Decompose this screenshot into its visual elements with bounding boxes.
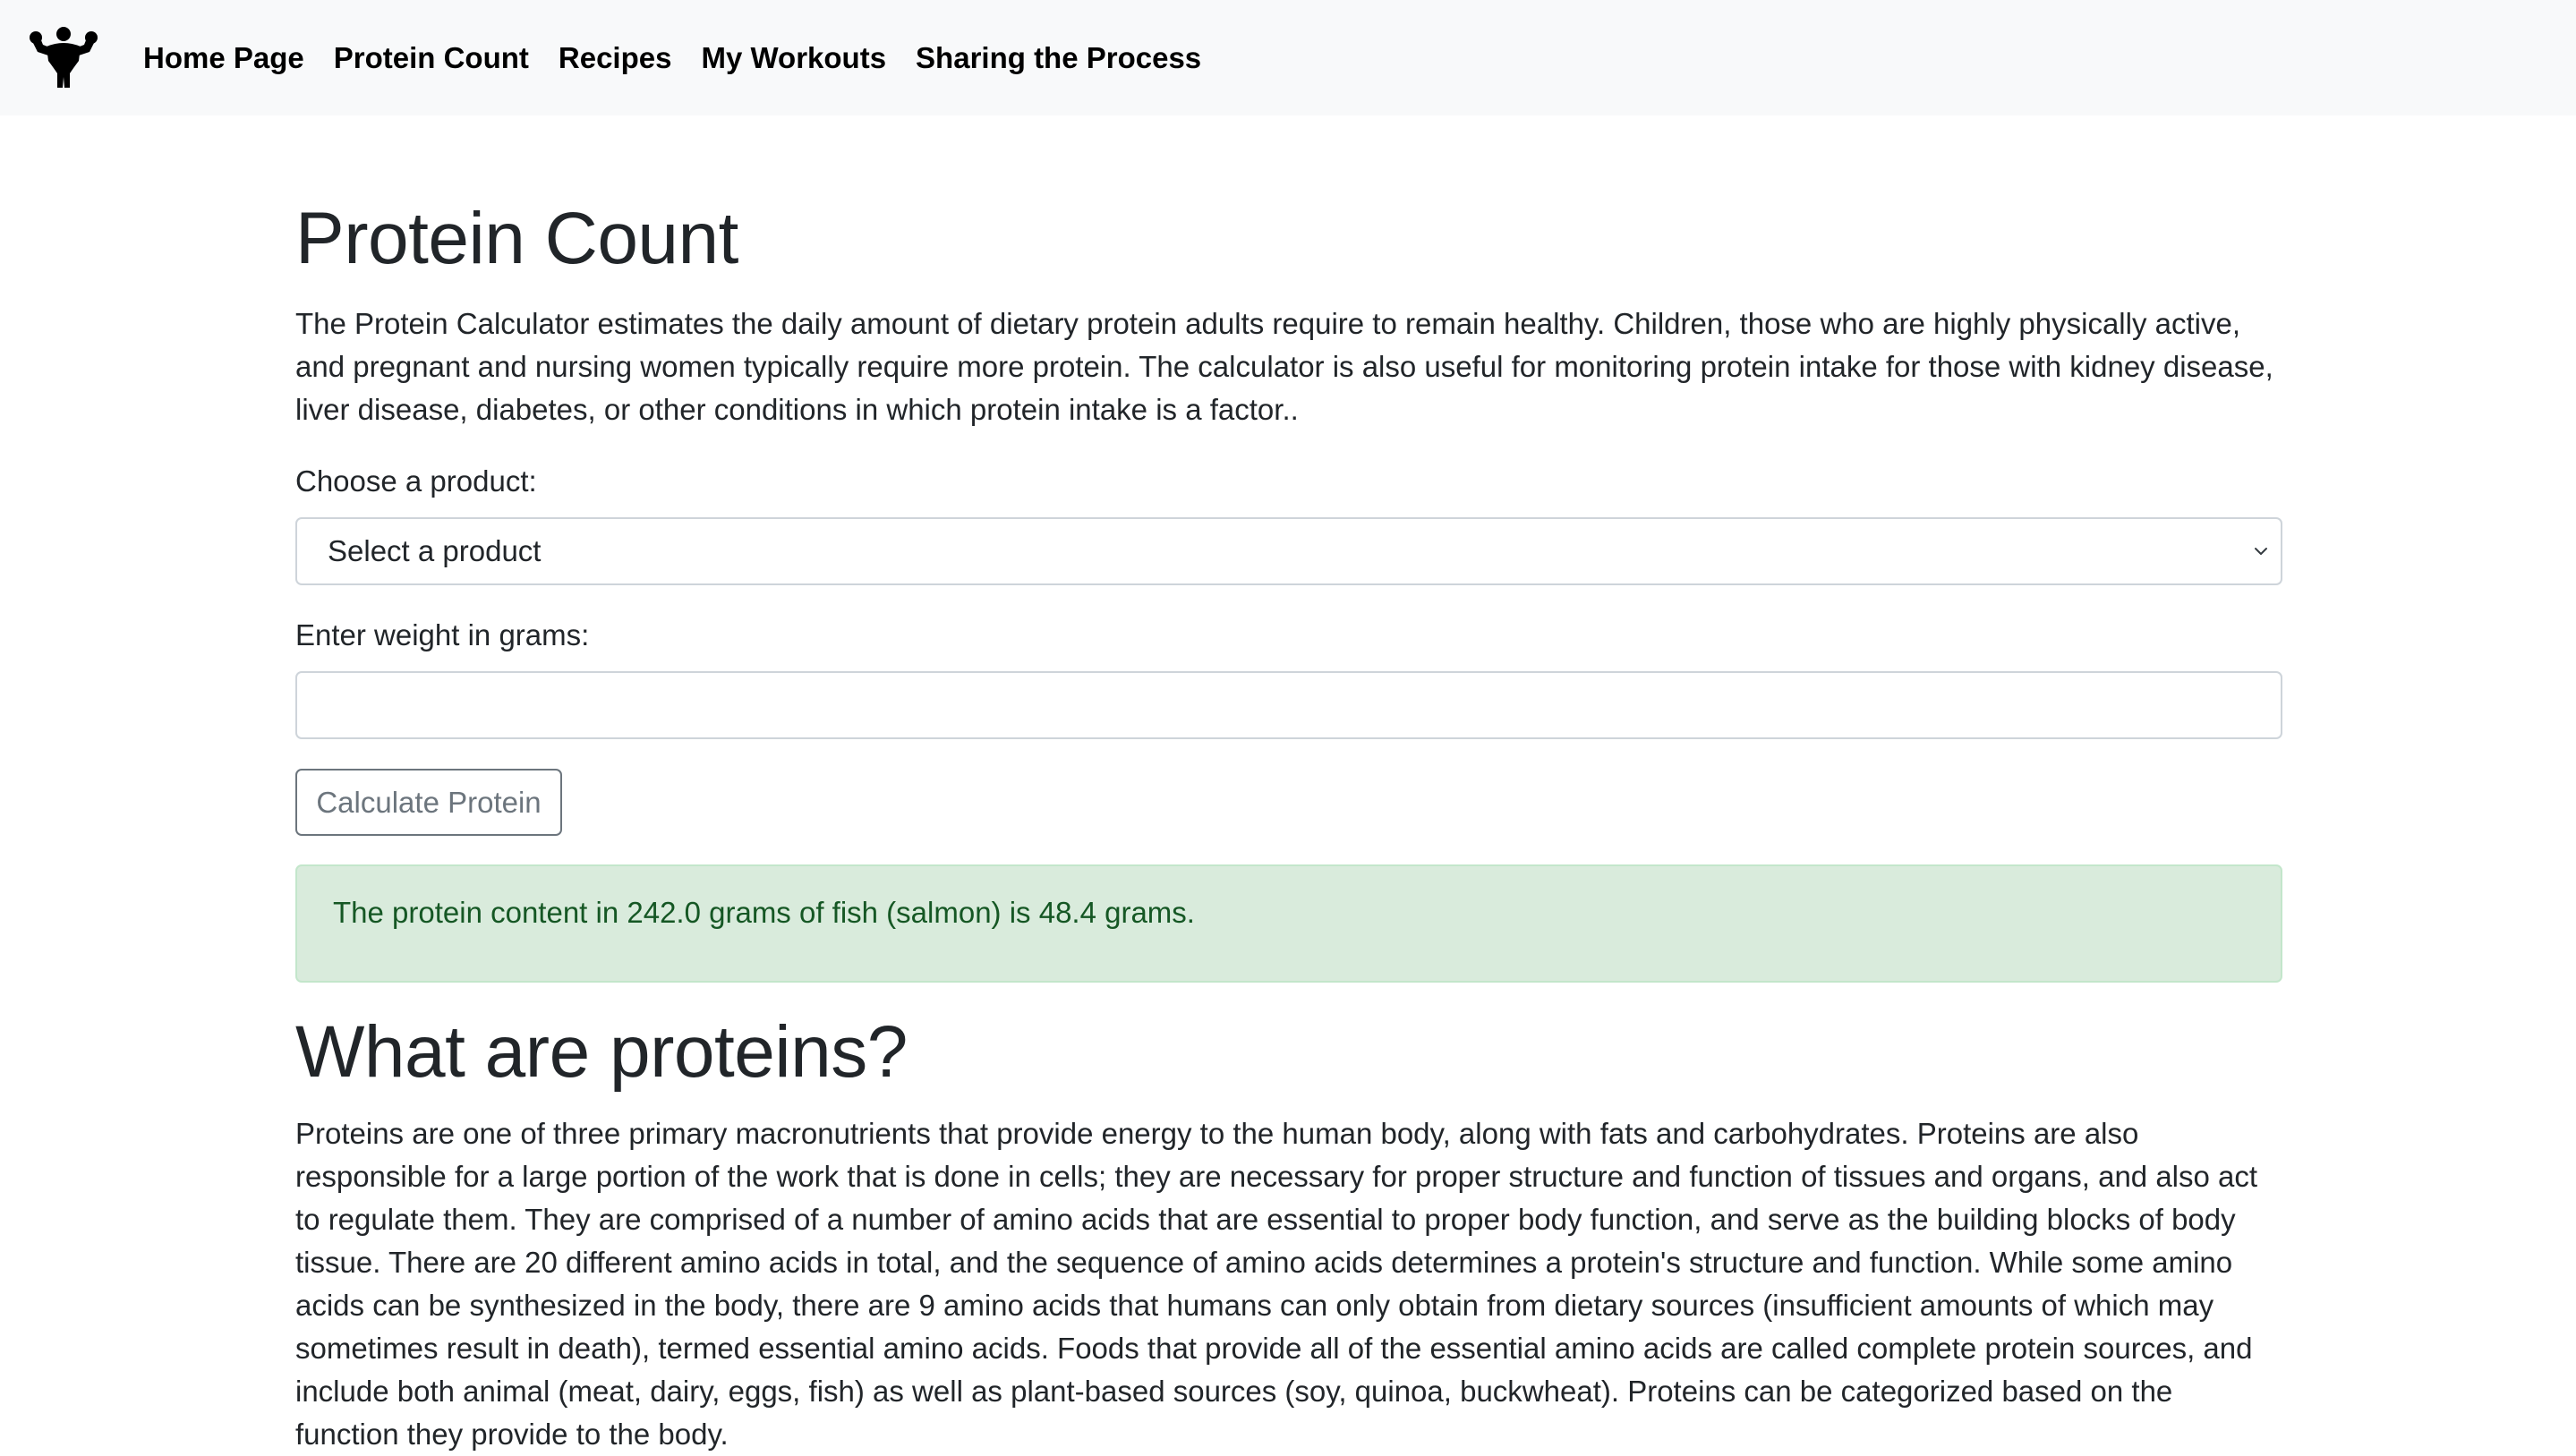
- nav-recipes[interactable]: Recipes: [559, 41, 672, 75]
- product-select-value: Select a product: [328, 534, 542, 567]
- page-title: Protein Count: [295, 198, 738, 279]
- nav-my-workouts[interactable]: My Workouts: [701, 41, 886, 75]
- section-body: Proteins are one of three primary macron…: [295, 1117, 2258, 1451]
- product-label: Choose a product:: [295, 464, 537, 498]
- nav-protein-count[interactable]: Protein Count: [334, 41, 529, 75]
- calculate-protein-button[interactable]: Calculate Protein: [295, 769, 562, 836]
- product-select[interactable]: Select a product: [295, 517, 2282, 585]
- result-alert: The protein content in 242.0 grams of fi…: [295, 864, 2282, 983]
- nav-links: Home Page Protein Count Recipes My Worko…: [143, 0, 1231, 115]
- nav-home-page[interactable]: Home Page: [143, 41, 304, 75]
- nav-sharing-the-process[interactable]: Sharing the Process: [916, 41, 1201, 75]
- top-navbar: Home Page Protein Count Recipes My Worko…: [0, 0, 2576, 115]
- intro-paragraph: The Protein Calculator estimates the dai…: [295, 307, 2273, 426]
- weight-label: Enter weight in grams:: [295, 618, 590, 651]
- flexing-bodybuilder-icon[interactable]: [29, 25, 98, 89]
- chevron-down-icon: [2255, 548, 2267, 555]
- weight-input[interactable]: [295, 671, 2282, 739]
- section-title: What are proteins?: [295, 1011, 908, 1093]
